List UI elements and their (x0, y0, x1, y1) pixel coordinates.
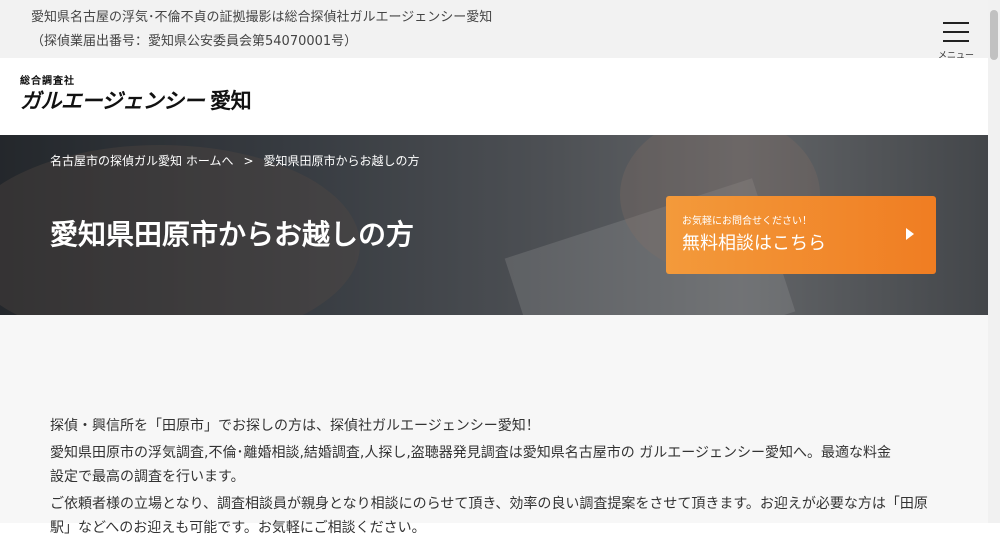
cta-label: 無料相談はこちら (682, 233, 826, 254)
logo-region: 愛知 (210, 89, 252, 113)
topbar: 愛知県名古屋の浮気･不倫不貞の証拠撮影は総合探偵社ガルエージェンシー愛知 （探偵… (0, 0, 988, 61)
breadcrumb: 名古屋市の探偵ガル愛知 ホームへ > 愛知県田原市からお越しの方 (50, 152, 420, 169)
breadcrumb-home-link[interactable]: 名古屋市の探偵ガル愛知 ホームへ (50, 154, 233, 168)
scrollbar-thumb[interactable] (990, 10, 998, 60)
intro-line-1: 探偵・興信所を「田原市」でお探しの方は、探偵社ガルエージェンシー愛知！ (50, 418, 540, 434)
license-number: （探偵業届出番号：愛知県公安委員会第54070001号） (31, 34, 358, 49)
intro-line-5: 駅」などへのお迎えも可能です。お気軽にご相談ください。 (50, 520, 426, 536)
triangle-right-icon (906, 228, 914, 240)
page-title: 愛知県田原市からお越しの方 (50, 218, 415, 251)
intro-section: 探偵・興信所を「田原市」でお探しの方は、探偵社ガルエージェンシー愛知！ 愛知県田… (0, 315, 988, 536)
cta-subtext: お気軽にお問合せください！ (682, 216, 812, 227)
site-tagline: 愛知県名古屋の浮気･不倫不貞の証拠撮影は総合探偵社ガルエージェンシー愛知 (31, 10, 493, 25)
hero-banner: 名古屋市の探偵ガル愛知 ホームへ > 愛知県田原市からお越しの方 愛知県田原市からお… (0, 135, 988, 315)
intro-line-3: 設定で最高の調査を行います。 (50, 469, 245, 485)
breadcrumb-separator: > (243, 154, 254, 168)
logo-brand: ガルエージェンシー (20, 89, 205, 113)
free-consultation-button[interactable]: お気軽にお問合せください！ 無料相談はこちら (666, 196, 936, 274)
intro-line-4: ご依頼者様の立場となり、調査相談員が親身となり相談にのらせて頂き、効率の良い調査… (50, 496, 928, 512)
intro-line-2: 愛知県田原市の浮気調査,不倫･離婚相談,結婚調査,人探し,盗聴器発見調査は愛知県… (50, 445, 891, 461)
page-scrollbar[interactable] (988, 0, 1000, 523)
site-logo[interactable]: 総合調査社 ガルエージェンシー 愛知 (20, 76, 252, 114)
breadcrumb-current: 愛知県田原市からお越しの方 (263, 154, 420, 168)
logo-wordmark: ガルエージェンシー 愛知 (20, 88, 252, 114)
logo-subtitle: 総合調査社 (20, 76, 75, 87)
hamburger-menu-icon (943, 22, 969, 42)
menu-button[interactable]: メニュー (934, 14, 978, 61)
site-header: 総合調査社 ガルエージェンシー 愛知 (0, 58, 988, 135)
